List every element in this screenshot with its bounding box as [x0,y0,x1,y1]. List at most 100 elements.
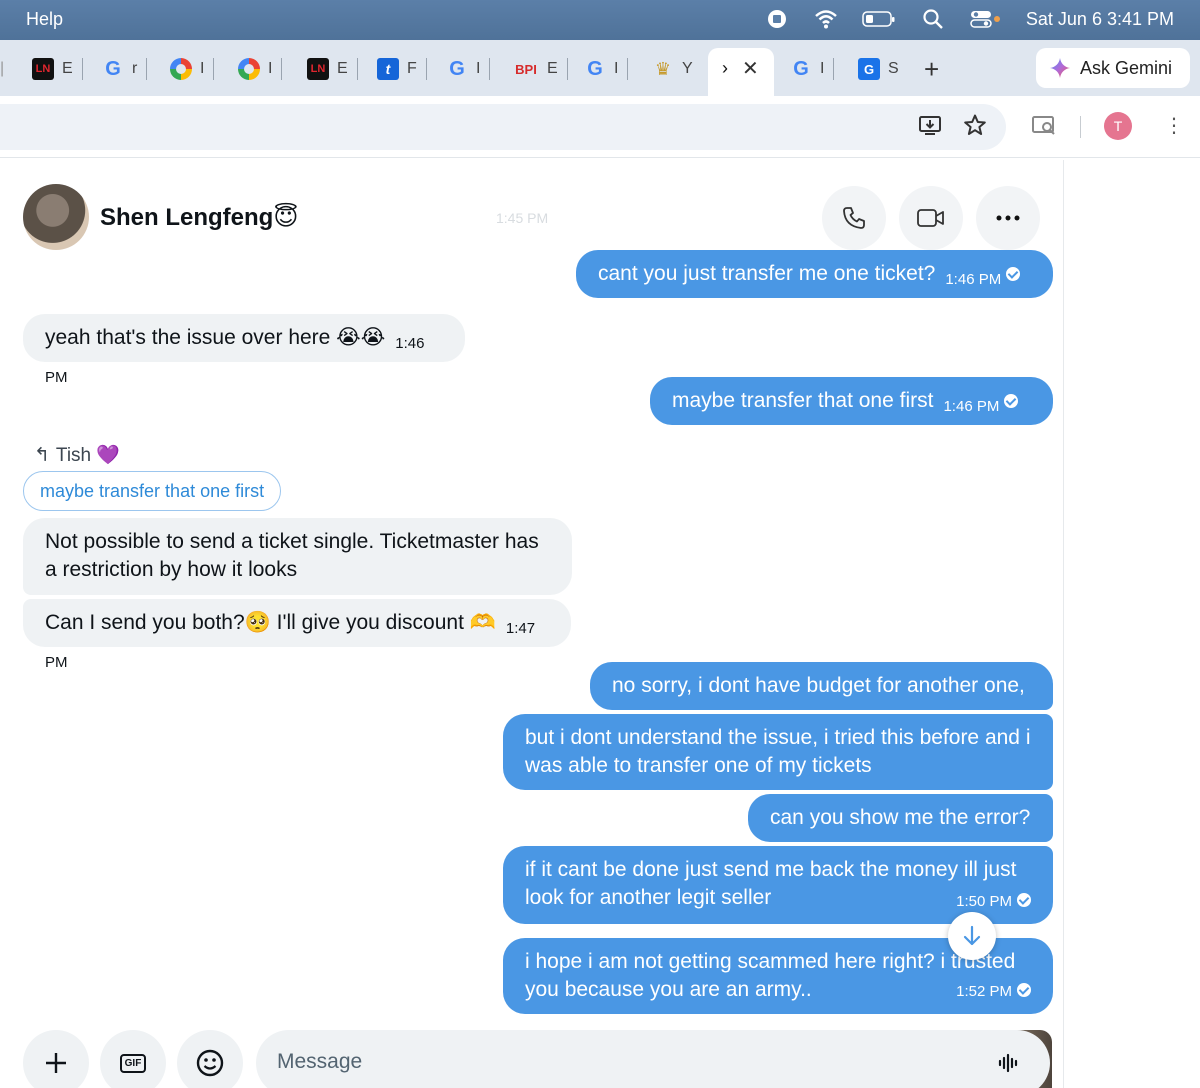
message-outgoing[interactable]: cant you just transfer me one ticket? 1:4… [576,250,1053,298]
message-outgoing[interactable]: no sorry, i dont have budget for another… [590,662,1053,710]
arrow-down-icon [963,925,981,946]
message-incoming[interactable]: yeah that's the issue over here 😭😭 1:46 P… [23,314,465,386]
wifi-icon[interactable] [814,8,837,30]
menubar-clock[interactable]: Sat Jun 6 3:41 PM [1026,9,1174,30]
install-app-icon[interactable] [918,113,942,143]
t-favicon-icon: t [377,58,399,80]
browser-toolbar: T ⋮ [0,96,1200,158]
tab-title: E [337,60,348,77]
tab-ln-1[interactable]: LN E [32,54,83,84]
gold-crest-favicon-icon: ♛ [654,58,672,79]
message-time: 1:46 PM [943,398,1000,415]
profile-avatar[interactable]: T [1104,112,1132,140]
google-favicon-icon: G [793,57,809,80]
record-icon[interactable] [766,8,788,30]
quoted-message[interactable]: maybe transfer that one first [23,471,282,511]
photos-favicon-icon [238,58,260,80]
message-text: Can I send you both?🥺 I'll give you disc… [45,611,496,634]
help-menu[interactable]: Help [26,9,63,30]
tab-title: I [268,60,273,77]
ln-favicon-icon: LN [32,58,54,80]
photos-favicon-icon [170,58,192,80]
gif-icon: GIF [119,1053,147,1073]
bpi-favicon-icon: BPI [515,61,537,77]
message-placeholder: Message [277,1050,363,1073]
message-input[interactable]: Message [256,1030,1050,1088]
new-tab-plus-icon[interactable]: + [924,54,939,85]
voice-waveform-icon[interactable] [998,1052,1020,1074]
message-outgoing[interactable]: maybe transfer that one first 1:46 PM [650,377,1053,425]
tab-google-2[interactable]: G I [446,54,491,84]
chrome-menu-kebab-icon[interactable]: ⋮ [1164,113,1184,138]
message-text: but i dont understand the issue, i tried… [525,726,1031,777]
notification-dot [993,16,1000,22]
toolbar-divider [1080,116,1081,138]
control-center-icon[interactable] [970,8,1000,30]
ellipsis-icon [996,215,1020,221]
tab-t[interactable]: t F [377,54,427,84]
phone-icon [843,207,865,229]
reply-to-name: Tish 💜 [55,445,121,466]
tab-title: Y [682,60,693,77]
conversation-header: Shen Lengfeng😇 1:45 PM [0,160,1063,260]
message-incoming[interactable]: Can I send you both?🥺 I'll give you disc… [23,599,571,671]
ln-favicon-icon: LN [307,58,329,80]
add-attachment-button[interactable] [23,1030,89,1088]
ask-gemini-label: Ask Gemini [1080,57,1173,78]
ask-gemini-button[interactable]: Ask Gemini [1036,48,1190,88]
tab-title: I [476,60,481,77]
tab-google-3[interactable]: G I [584,54,629,84]
message-text: i hope i am not getting scammed here rig… [525,950,1016,1001]
tab-bpi[interactable]: BPI E [513,54,568,84]
tab-active-x[interactable]: › ✕ [708,48,774,96]
tab-title: r [132,60,138,77]
more-options-button[interactable] [976,186,1040,250]
address-bar[interactable] [0,104,1006,150]
message-text: can you show me the error? [770,806,1031,829]
scroll-to-bottom-button[interactable] [948,912,996,960]
gif-button[interactable]: GIF [100,1030,166,1088]
reply-context: ↰ Tish 💜 [34,443,120,467]
message-text: Not possible to send a ticket single. Ti… [45,530,539,581]
close-tab-icon[interactable]: ✕ [742,56,759,81]
message-text: if it cant be done just send me back the… [525,858,1017,909]
tab-photos-1[interactable]: I [170,54,215,84]
message-time: 1:46 PM [945,271,1002,288]
voice-call-button[interactable] [822,186,886,250]
spotlight-search-icon[interactable] [922,8,944,30]
x-favicon-icon: › [722,58,728,78]
side-panel-search-icon[interactable] [1031,113,1057,143]
video-call-button[interactable] [899,186,963,250]
tab-partial[interactable]: | [0,54,4,84]
tab-gold[interactable]: ♛ Y [652,54,693,84]
faded-timestamp: 1:45 PM [496,210,549,226]
contact-avatar[interactable] [23,184,89,250]
emoji-button[interactable] [177,1030,243,1088]
tab-title: E [62,60,73,77]
message-incoming[interactable]: Not possible to send a ticket single. Ti… [23,518,572,595]
bookmark-star-icon[interactable] [963,113,987,143]
dm-conversation: Shen Lengfeng😇 1:45 PM cant you just tra… [0,160,1064,1088]
contact-name[interactable]: Shen Lengfeng😇 [100,203,298,232]
tab-title: F [407,60,417,77]
video-camera-icon [917,209,944,227]
battery-icon[interactable] [862,8,896,30]
message-outgoing[interactable]: but i dont understand the issue, i tried… [503,714,1053,790]
tab-photos-2[interactable]: I [238,54,283,84]
tab-google-1[interactable]: G r [102,54,148,84]
tab-ln-2[interactable]: LN E [307,54,358,84]
read-check-icon [1006,267,1021,281]
right-empty-pane [1065,160,1200,1088]
emoji-smiley-icon [196,1049,224,1077]
tab-google-4[interactable]: G I [790,54,835,84]
macos-menubar: Help Sat Jun 6 3:41 PM [0,0,1200,40]
google-favicon-icon: G [587,57,603,80]
message-text: yeah that's the issue over here 😭😭 [45,326,386,349]
message-outgoing[interactable]: can you show me the error? [748,794,1053,842]
tab-google-box[interactable]: G S [858,54,899,84]
plus-icon [46,1053,66,1073]
tab-title: I [614,60,619,77]
tab-title: E [547,60,558,77]
browser-tab-strip: | LN E G r I I LN E t F G I BPI E G I ♛ … [0,40,1200,96]
message-text: no sorry, i dont have budget for another… [612,674,1025,697]
